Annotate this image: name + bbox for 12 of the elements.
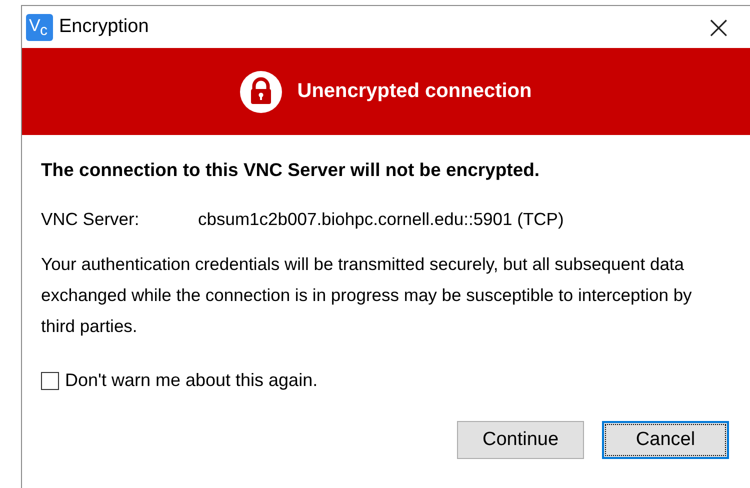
window-title: Encryption <box>59 16 149 38</box>
lock-icon <box>240 70 282 112</box>
warning-heading: The connection to this VNC Server will not be encrypted. <box>41 159 541 182</box>
checkbox-label[interactable]: Don't warn me about this again. <box>65 370 318 391</box>
server-label: VNC Server: <box>41 209 140 230</box>
dialog-button[interactable]: Continue <box>457 421 584 459</box>
close-button[interactable]: × <box>699 11 738 43</box>
warning-message: Your authentication credentials will be transmitted securely, but all subsequent data exchanged while the connection is in progress may be susceptible to interception by third parties. <box>41 253 693 338</box>
warn-checkbox[interactable] <box>41 372 59 390</box>
banner-title: Unencrypted connection <box>297 80 532 103</box>
dialog-button[interactable]: Cancel <box>602 421 729 459</box>
server-address: cbsum1c2b007.biohpc.cornell.edu::5901 (TCP) <box>198 209 564 230</box>
